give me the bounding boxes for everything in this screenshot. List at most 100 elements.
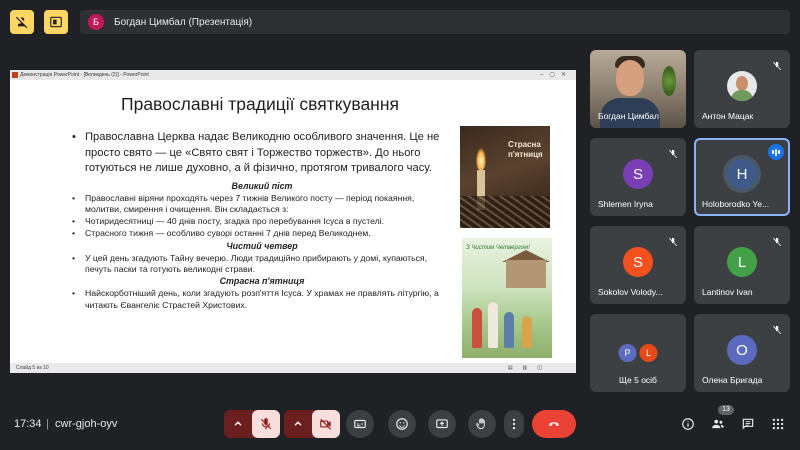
camera-control-group (284, 410, 340, 438)
participant-tile[interactable]: Богдан Цимбал (590, 50, 686, 128)
reactions-button[interactable] (388, 410, 416, 438)
layout-icon (50, 16, 62, 28)
person-off-icon (15, 16, 28, 29)
participant-name: Антон Мацак (702, 111, 754, 121)
separator: | (46, 418, 49, 430)
people-icon (712, 419, 724, 429)
mic-off-icon (668, 234, 678, 247)
presenter-label: Богдан Цимбал (Презентація) (114, 16, 253, 28)
plant (662, 66, 676, 96)
slide-bullet: Православні віряни проходять через 7 тиж… (72, 193, 452, 216)
avatar: S (623, 159, 653, 189)
chevron-up-icon (294, 421, 302, 426)
shared-screen: Демонстрація PowerPoint - [Великдень (2)… (10, 70, 576, 373)
figure (488, 302, 498, 348)
candle-flame (476, 148, 486, 170)
people-count-badge: 13 (718, 405, 734, 415)
audio-options-button[interactable] (224, 417, 252, 431)
present-screen-icon (436, 419, 448, 429)
meeting-time: 17:34 (14, 418, 42, 430)
video-options-button[interactable] (284, 417, 312, 431)
participant-name: Sokolov Volody... (598, 287, 663, 297)
section-heading: Страсна п'ятниця (219, 276, 305, 287)
good-friday-image: Страсна п'ятниця (460, 126, 550, 228)
participant-name: Богдан Цимбал (598, 111, 659, 121)
raise-hand-button[interactable] (468, 410, 496, 438)
window-controls: –▢✕ (539, 72, 572, 78)
image-caption: Страсна п'ятниця (508, 140, 543, 159)
avatar: L (727, 247, 757, 277)
section-heading: Великий піст (231, 180, 293, 191)
hand-icon (476, 418, 485, 430)
presenter-avatar: Б (88, 14, 104, 30)
view-icons: ▤▥◫ (507, 365, 552, 371)
captions-button[interactable] (346, 410, 374, 438)
slide: Православні традиції святкування Правосл… (10, 80, 576, 363)
slide-counter: Слайд 5 из 10 (16, 365, 49, 371)
clean-thursday-image: З Чистим Четвергом! (462, 238, 552, 358)
participant-name: Ще 5 осіб (619, 375, 657, 385)
more-options-button[interactable] (504, 410, 524, 438)
mic-off-icon (260, 418, 272, 430)
slide-intro-bullet: Православна Церква надає Великодню особл… (72, 130, 452, 177)
slide-body: Православна Церква надає Великодню особл… (72, 130, 452, 311)
slide-bullet: Страсного тижня — особливо суворі останн… (72, 228, 452, 240)
avatar: L (639, 344, 658, 362)
avatar: P (618, 344, 637, 362)
participant-tile[interactable]: H Holoborodko Ye... (694, 138, 790, 216)
mic-off-icon (668, 146, 678, 159)
emoji-icon (396, 418, 408, 430)
camera-toggle-button[interactable] (312, 410, 340, 438)
avatar (727, 71, 757, 101)
hide-self-view-button[interactable] (10, 10, 34, 34)
slide-bullet: У цей день згадують Тайну вечерю. Люди т… (72, 253, 452, 276)
powerpoint-icon (12, 72, 18, 78)
presenter-bar[interactable]: Б Богдан Цимбал (Презентація) (80, 10, 790, 34)
powerpoint-status-bar: Слайд 5 из 10 ▤▥◫ (10, 363, 576, 373)
mic-control-group (224, 410, 280, 438)
more-vert-icon (512, 418, 516, 430)
face (616, 60, 644, 96)
apps-grid-icon (772, 418, 784, 430)
powerpoint-window-title: Демонстрація PowerPoint - [Великдень (2)… (20, 72, 149, 78)
participant-name: Lantinov Ivan (702, 287, 753, 297)
avatar: H (727, 159, 757, 189)
slide-title: Православні традиції святкування (121, 94, 399, 114)
powerpoint-title-bar: Демонстрація PowerPoint - [Великдень (2)… (10, 70, 576, 80)
figure (504, 312, 514, 348)
house (506, 260, 546, 288)
participant-tile[interactable]: S Shlemen Iryna (590, 138, 686, 216)
figure (522, 316, 532, 348)
participant-tile[interactable]: S Sokolov Volody... (590, 226, 686, 304)
participant-name: Олена Бригада (702, 375, 763, 385)
crown-of-thorns (460, 196, 550, 228)
avatar: О (727, 335, 757, 365)
chat-button[interactable] (740, 416, 756, 432)
present-button[interactable] (428, 410, 456, 438)
mic-off-icon (772, 234, 782, 247)
mic-toggle-button[interactable] (252, 410, 280, 438)
layout-button[interactable] (44, 10, 68, 34)
more-participants-tile[interactable]: P L Ще 5 осіб (590, 314, 686, 392)
leave-call-button[interactable] (532, 410, 576, 438)
meeting-details-button[interactable] (680, 416, 696, 432)
chat-icon (742, 418, 754, 430)
avatar: S (623, 247, 653, 277)
speaking-indicator-icon (768, 144, 784, 160)
people-button[interactable] (710, 416, 726, 432)
camera-off-icon (320, 418, 332, 430)
captions-icon (354, 419, 366, 429)
slide-bullet: Чотиридесятниці — 40 днів посту, згадка … (72, 216, 452, 228)
participant-tile[interactable]: О Олена Бригада (694, 314, 790, 392)
mini-avatars: P L (618, 344, 658, 362)
meeting-code: cwr-gjoh-oyv (55, 418, 118, 430)
section-heading: Чистий четвер (226, 240, 298, 251)
participant-name: Shlemen Iryna (598, 199, 653, 209)
participant-tile[interactable]: Антон Мацак (694, 50, 790, 128)
mic-off-icon (772, 322, 782, 335)
participant-name: Holoborodko Ye... (702, 199, 770, 209)
activities-button[interactable] (770, 416, 786, 432)
participant-tile[interactable]: L Lantinov Ivan (694, 226, 790, 304)
slide-bullet: Найскорботніший день, коли згадують розп… (72, 288, 452, 311)
figure (472, 308, 482, 348)
